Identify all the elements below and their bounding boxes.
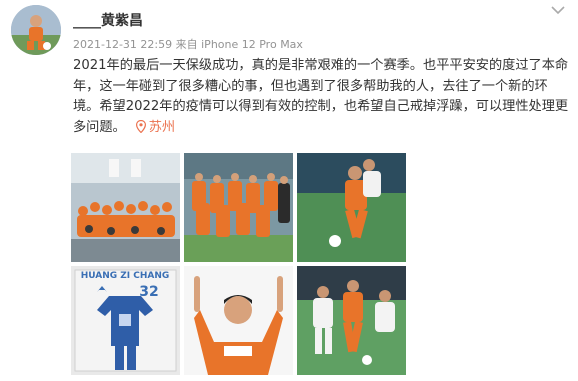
chevron-down-icon[interactable] xyxy=(548,2,568,18)
team-group-photo[interactable] xyxy=(71,153,180,262)
post-body: 2021年的最后一天保级成功，真的是非常艰难的一个赛季。也平平安安的度过了本命年… xyxy=(73,56,569,140)
jersey-name-text: HUANG ZI CHANG xyxy=(81,271,170,281)
source-prefix: 来自 xyxy=(175,38,198,51)
location-pin-icon xyxy=(135,119,146,141)
weibo-post-card: ____黄紫昌 2021-12-31 22:59 来自 iPhone 12 Pr… xyxy=(0,0,578,381)
player-portrait-photo[interactable] xyxy=(184,266,293,375)
match-dribble-photo[interactable] xyxy=(297,266,406,375)
post-meta: 2021-12-31 22:59 来自 iPhone 12 Pro Max xyxy=(73,36,303,52)
timestamp[interactable]: 2021-12-31 22:59 xyxy=(73,38,172,51)
location-link[interactable]: 苏州 xyxy=(135,119,176,135)
team-lineup-photo[interactable] xyxy=(184,153,293,262)
match-action-photo[interactable] xyxy=(297,153,406,262)
jersey-frame-photo[interactable]: HUANG ZI CHANG 32 xyxy=(71,266,180,375)
username[interactable]: ____黄紫昌 xyxy=(73,10,143,30)
source-device: iPhone 12 Pro Max xyxy=(201,38,303,51)
avatar[interactable] xyxy=(11,5,61,55)
location-label: 苏州 xyxy=(148,119,176,135)
